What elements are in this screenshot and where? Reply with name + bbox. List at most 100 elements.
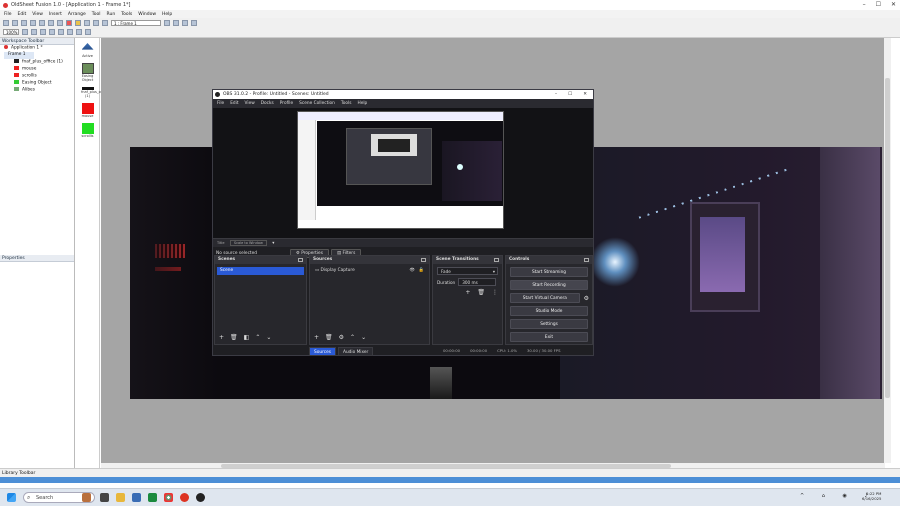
underline-icon[interactable] [40,29,46,35]
add-icon[interactable]: + [314,334,319,341]
tree-item-scrollis[interactable]: scrollis [4,72,74,80]
align-icon[interactable] [164,20,170,26]
add-icon[interactable]: + [219,334,224,341]
obs-menu-view[interactable]: View [245,101,255,106]
obs-preview[interactable] [213,108,593,238]
game-taskbar-icon[interactable] [82,493,91,502]
scene-item[interactable]: Scene [217,267,304,275]
menu-window[interactable]: Window [138,12,156,17]
italic-icon[interactable] [31,29,37,35]
menu-file[interactable]: File [4,12,12,17]
menu-arrange[interactable]: Arrange [68,12,86,17]
source-item[interactable]: ▭ Display Capture 👁 🔒 [312,267,427,275]
menu-insert[interactable]: Insert [49,12,62,17]
tool-scrollis[interactable]: scrollis [81,123,94,138]
menu-help[interactable]: Help [162,12,172,17]
obs-menu-tools[interactable]: Tools [341,101,352,106]
zoom-in-icon[interactable] [173,20,179,26]
settings-button[interactable]: Settings [510,319,588,329]
chrome-icon[interactable] [164,493,173,502]
menu-tools[interactable]: Tools [121,12,132,17]
gear-icon[interactable]: ⚙ [339,334,344,341]
start-virtual-camera-button[interactable]: Start Virtual Camera [510,293,580,303]
studio-mode-button[interactable]: Studio Mode [510,306,588,316]
zoom-select[interactable]: 100% [3,29,19,35]
windows-start-icon[interactable] [7,493,16,502]
bold-icon[interactable] [22,29,28,35]
menu-run[interactable]: Run [107,12,116,17]
down-arrow-icon[interactable]: ⌄ [266,334,271,341]
menu-tool[interactable]: Tool [92,12,101,17]
obs-menu-file[interactable]: File [217,101,224,106]
run-frame-icon[interactable] [84,20,90,26]
obs-maximize-button[interactable]: ☐ [568,90,572,99]
menu-view[interactable]: View [32,12,43,17]
paste-icon[interactable] [48,20,54,26]
tab-sources[interactable]: Sources [309,347,336,356]
clock[interactable]: 5:22 PM 6/16/2025 [862,491,881,501]
align-right-icon[interactable] [67,29,73,35]
close-button[interactable]: ✕ [891,1,896,8]
grid-icon[interactable] [93,20,99,26]
dock-menu-icon[interactable] [494,258,499,262]
more-icon[interactable]: ⋮ [492,289,498,296]
dock-menu-icon[interactable] [298,258,303,262]
tree-item-office[interactable]: fnaf_plus_office (1) [4,58,74,66]
menu-edit[interactable]: Edit [18,12,27,17]
align-left-icon[interactable] [49,29,55,35]
frame-select[interactable]: 1 : Frame 1 [111,20,161,26]
add-icon[interactable]: + [465,289,470,296]
exit-button[interactable]: Exit [510,332,588,342]
align-center-icon[interactable] [58,29,64,35]
zoom-out-icon[interactable] [182,20,188,26]
trash-icon[interactable]: 🗑 [477,289,485,296]
down-arrow-icon[interactable]: ⌄ [361,334,366,341]
open-icon[interactable] [12,20,18,26]
chevron-down-icon[interactable]: ▾ [272,241,274,246]
obs-taskbar-icon[interactable] [196,493,205,502]
app-taskbar-icon[interactable] [180,493,189,502]
start-streaming-button[interactable]: Start Streaming [510,267,588,277]
eye-icon[interactable]: 👁 [410,267,415,275]
obs-close-button[interactable]: ✕ [583,90,587,99]
vertical-scrollbar[interactable] [884,38,891,463]
tool-mouse[interactable]: mouse [81,103,94,118]
tool-office[interactable]: fnaf_plus_office (1) [81,87,108,98]
tool-active[interactable]: Active [81,43,94,58]
color-icon[interactable] [85,29,91,35]
maximize-button[interactable]: ☐ [876,1,881,8]
copy-icon[interactable] [39,20,45,26]
run-icon[interactable] [75,20,81,26]
tree-item-alibes[interactable]: Alibes [4,86,74,94]
up-arrow-icon[interactable]: ⌃ [255,334,260,341]
lock-icon[interactable]: 🔒 [419,267,424,275]
gear-icon[interactable]: ⚙ [584,295,589,302]
tab-audio-mixer[interactable]: Audio Mixer [338,347,374,356]
transition-select[interactable]: Fade ▾ [437,267,498,275]
stop-icon[interactable] [66,20,72,26]
dock-menu-icon[interactable] [584,258,589,262]
task-view-icon[interactable] [100,493,109,502]
obs-menu-help[interactable]: Help [357,101,367,106]
layers-icon[interactable] [102,20,108,26]
excel-icon[interactable] [148,493,157,502]
stop-square-icon[interactable] [191,20,197,26]
trash-icon[interactable]: 🗑 [230,334,238,341]
store-icon[interactable] [132,493,141,502]
obs-menu-docks[interactable]: Docks [261,101,274,106]
trash-icon[interactable]: 🗑 [325,334,333,341]
minimize-button[interactable]: – [863,1,866,8]
undo-icon[interactable] [57,20,63,26]
save-icon[interactable] [21,20,27,26]
tree-item-application[interactable]: Application 1 * [4,45,74,52]
cut-icon[interactable] [30,20,36,26]
duration-input[interactable]: 300 ms [458,278,497,286]
obs-menu-scene-collection[interactable]: Scene Collection [299,101,335,106]
start-recording-button[interactable]: Start Recording [510,280,588,290]
obs-menu-edit[interactable]: Edit [230,101,238,106]
filter-icon[interactable]: ◧ [244,334,250,341]
file-explorer-icon[interactable] [116,493,125,502]
scale-select[interactable]: Scale to Window [229,240,267,246]
font-icon[interactable] [76,29,82,35]
up-arrow-icon[interactable]: ⌃ [350,334,355,341]
